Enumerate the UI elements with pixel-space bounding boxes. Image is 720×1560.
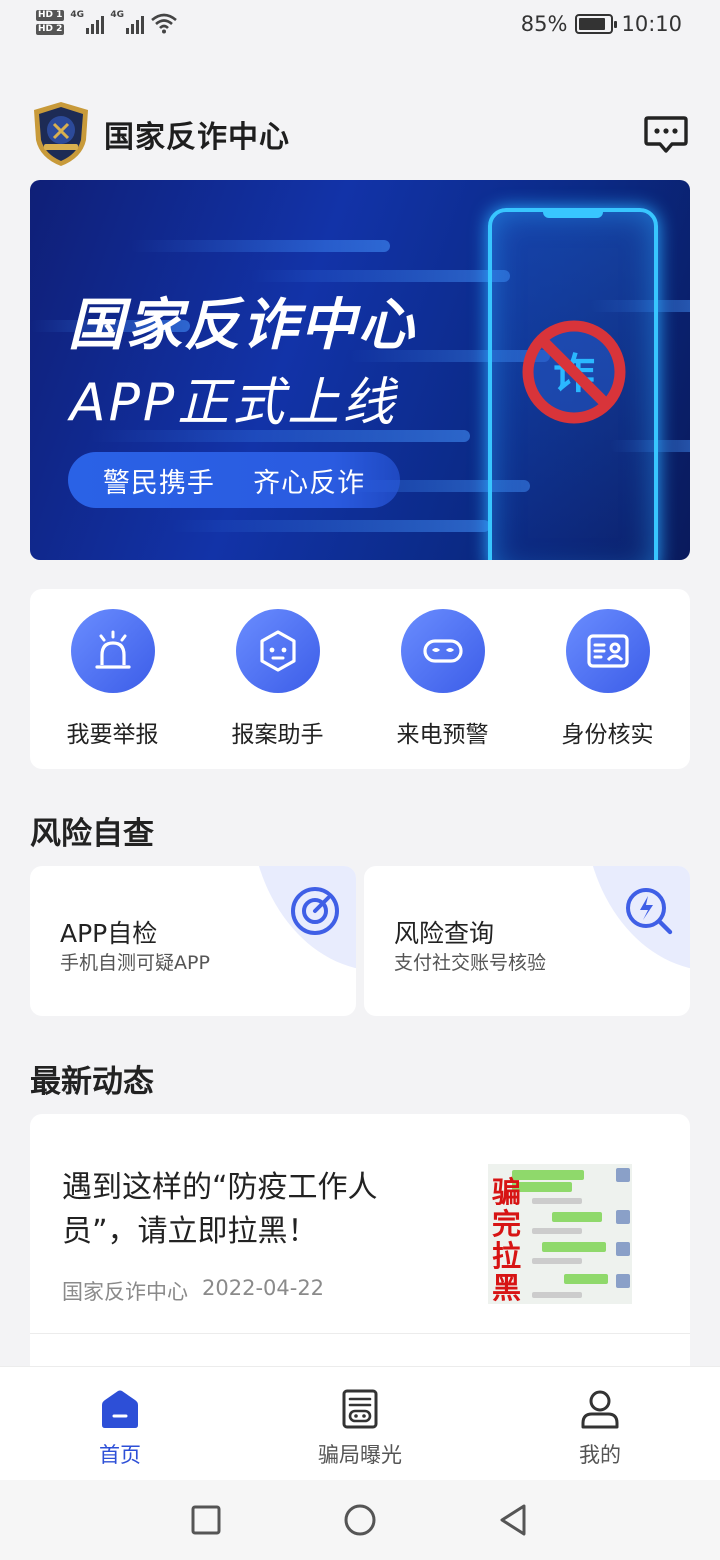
quick-action-label: 身份核实 [561,722,654,748]
quick-action-case-assistant[interactable]: 报案助手 [195,589,360,769]
risk-card-title: 风险查询 [394,919,495,948]
signal-1-icon: 4G [70,9,105,34]
news-thumbnail: 骗完拉黑 [488,1164,632,1304]
tab-profile[interactable]: 我的 [480,1367,720,1480]
quick-action-label: 报案助手 [231,722,324,748]
mask-icon [400,609,485,693]
alarm-siren-icon [70,609,155,693]
assistant-robot-icon [235,609,320,693]
status-right: 85% 10:10 [521,12,682,36]
section-title-news: 最新动态 [30,1064,154,1100]
tab-home[interactable]: 首页 [0,1367,240,1480]
tab-label: 首页 [99,1443,141,1467]
quick-action-call-warning[interactable]: 来电预警 [360,589,525,769]
risk-card-title: APP自检 [60,919,158,948]
recent-apps-icon[interactable] [188,1502,224,1538]
news-title: 遇到这样的“防疫工作人员”，请立即拉黑！ [62,1170,378,1249]
quick-actions: 我要举报 报案助手 来电预警 身份核实 [30,589,690,769]
quick-action-id-verify[interactable]: 身份核实 [525,589,690,769]
bottom-tab-bar: 首页 骗局曝光 我的 [0,1366,720,1480]
system-navigation [0,1480,720,1560]
news-divider [30,1333,690,1334]
app-title: 国家反诈中心 [104,120,290,155]
battery-percent: 85% [520,12,568,36]
network-1-label: 4G [70,9,85,20]
news-list: 遇到这样的“防疫工作人员”，请立即拉黑！ 国家反诈中心 2022-04-22 骗… [30,1114,690,1374]
target-icon [291,887,339,935]
home-icon [102,1390,138,1428]
thumbnail-text: 骗完拉黑 [492,1175,522,1304]
sim1-label: HD 1 [36,10,65,21]
status-bar: HD 1 HD 2 4G 4G 85% 10:10 [0,0,720,52]
clock: 10:10 [621,12,682,36]
quick-action-label: 来电预警 [396,722,489,748]
police-badge-icon [34,102,88,166]
message-icon[interactable] [642,110,690,158]
no-fraud-sign-icon: 诈 [522,320,626,424]
news-date: 2022-04-22 [202,1276,325,1300]
wifi-icon [151,13,178,33]
network-2-label: 4G [110,9,125,20]
risk-card-app-check[interactable]: APP自检 手机自测可疑APP [30,866,356,1016]
app-header: 国家反诈中心 [30,98,690,170]
section-title-risk: 风险自查 [30,816,154,852]
back-icon[interactable] [496,1502,532,1538]
home-nav-icon[interactable] [342,1502,378,1538]
banner-title: 国家反诈中心 [68,293,416,358]
user-icon [581,1390,619,1429]
battery-icon [575,14,618,34]
news-meta: 国家反诈中心 2022-04-22 [62,1276,324,1306]
banner-slogan: 警民携手 齐心反诈 [68,452,400,508]
tab-scam-exposure[interactable]: 骗局曝光 [240,1367,480,1480]
promo-banner[interactable]: 诈 国家反诈中心 APP正式上线 警民携手 齐心反诈 [30,180,690,560]
signal-2-icon: 4G [110,9,145,34]
lightning-search-icon [626,888,673,935]
quick-action-report[interactable]: 我要举报 [30,589,195,769]
risk-card-subtitle: 支付社交账号核验 [394,952,547,974]
signal-group: HD 1 HD 2 4G 4G [36,10,178,35]
banner-subtitle: APP正式上线 [70,373,398,433]
quick-action-label: 我要举报 [66,722,159,748]
tab-label: 我的 [579,1443,621,1467]
id-card-icon [565,609,650,693]
risk-card-risk-query[interactable]: 风险查询 支付社交账号核验 [364,866,690,1016]
sim2-label: HD 2 [36,24,65,35]
tab-label: 骗局曝光 [318,1443,402,1467]
news-source: 国家反诈中心 [62,1280,188,1304]
risk-card-subtitle: 手机自测可疑APP [60,952,210,974]
exposure-list-icon [342,1389,378,1429]
sim-indicators: HD 1 HD 2 [36,10,65,35]
